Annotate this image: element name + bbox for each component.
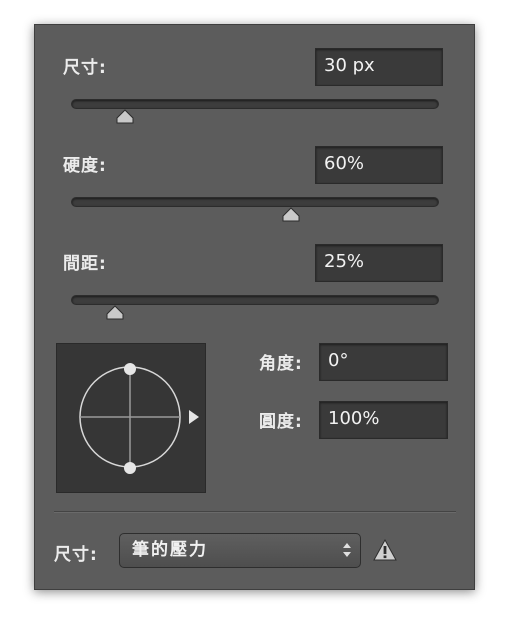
angle-roundness-widget[interactable] [57,344,205,492]
roundness-handle-bottom[interactable] [124,462,136,474]
spacing-slider-thumb[interactable] [105,305,125,320]
size-control-label: 尺寸: [54,545,98,565]
spacing-slider-track[interactable] [71,295,439,305]
divider [54,511,456,513]
size-label: 尺寸: [63,58,107,78]
size-control-select[interactable]: 筆的壓力 [119,533,361,568]
size-control-selected: 筆的壓力 [132,540,208,560]
select-arrows-icon [343,543,351,557]
angle-label: 角度: [259,354,303,374]
spacing-field[interactable]: 25% [315,244,443,282]
hardness-slider-thumb[interactable] [281,207,301,222]
roundness-label: 圓度: [259,412,303,432]
spacing-label: 間距: [63,254,107,274]
size-slider-thumb[interactable] [115,109,135,124]
hardness-field[interactable]: 60% [315,146,443,184]
size-field[interactable]: 30 px [315,48,443,86]
hardness-slider-track[interactable] [71,197,439,207]
hardness-label: 硬度: [63,156,107,176]
brush-tip-preview[interactable] [56,343,206,493]
brush-settings-panel: 尺寸: 30 px 硬度: 60% 間距: 25% 角度: 0° 圓度: 100… [34,24,475,590]
angle-arrow-icon[interactable] [189,410,199,424]
size-slider-track[interactable] [71,99,439,109]
roundness-handle-top[interactable] [124,363,136,375]
warning-triangle-icon [373,539,397,561]
roundness-field[interactable]: 100% [319,401,448,439]
angle-field[interactable]: 0° [319,343,448,381]
